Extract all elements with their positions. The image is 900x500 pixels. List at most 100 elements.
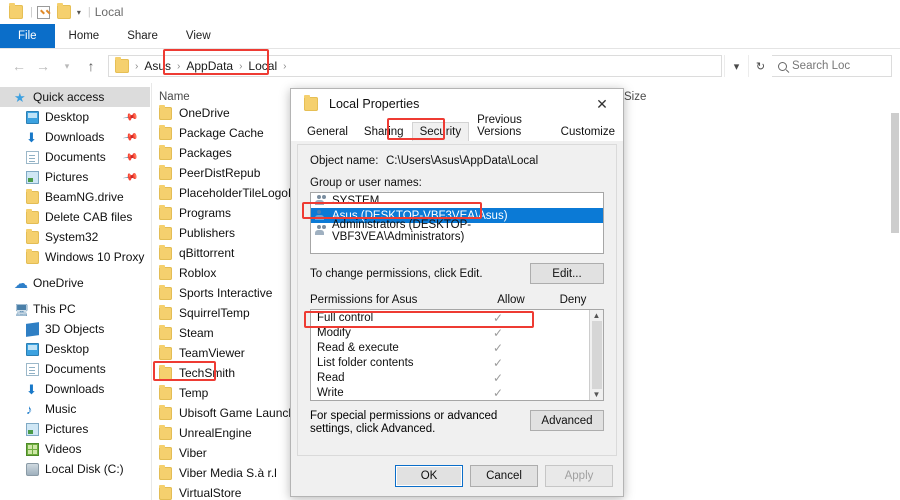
permission-row-modify[interactable]: Modify ✓ (311, 325, 603, 340)
scrollbar-thumb[interactable] (891, 113, 899, 233)
breadcrumb-local[interactable]: Local (245, 59, 280, 73)
address-dropdown-icon[interactable]: ▾ (724, 55, 748, 77)
file-list-scrollbar[interactable] (890, 83, 900, 500)
breadcrumb-asus[interactable]: Asus (141, 59, 174, 73)
checkbox-icon[interactable] (37, 6, 50, 19)
pin-icon[interactable]: 📌 (122, 149, 139, 165)
folder-icon (159, 467, 172, 480)
cancel-button[interactable]: Cancel (470, 465, 538, 487)
allow-checkmark[interactable]: ✓ (467, 326, 529, 340)
desktop-icon (26, 111, 39, 124)
allow-checkmark[interactable]: ✓ (467, 386, 529, 400)
close-icon[interactable]: ✕ (585, 90, 619, 118)
tab-file[interactable]: File (0, 24, 55, 48)
sidebar-item-downloads[interactable]: Downloads 📌 (0, 127, 150, 147)
permissions-scrollbar[interactable]: ▲ ▼ (589, 310, 603, 400)
sidebar-item-pc-desktop[interactable]: Desktop (0, 339, 150, 359)
group-user-list[interactable]: SYSTEM Asus (DESKTOP-VBF3VEA\Asus) Admin… (310, 192, 604, 254)
search-input[interactable]: Search Loc (772, 55, 892, 77)
sidebar-item-documents[interactable]: Documents 📌 (0, 147, 150, 167)
tab-sharing[interactable]: Sharing (356, 122, 412, 141)
music-icon (26, 403, 39, 416)
folder-icon (159, 107, 172, 120)
allow-column-header: Allow (480, 294, 542, 306)
scrollbar-track[interactable] (592, 321, 602, 389)
sidebar-item-system32[interactable]: System32 (0, 227, 150, 247)
folder-icon (159, 367, 172, 380)
sidebar-item-windows-10-proxy[interactable]: Windows 10 Proxy (0, 247, 150, 267)
recent-locations-button[interactable]: ▾ (56, 55, 78, 77)
pin-icon[interactable]: 📌 (122, 109, 139, 125)
document-icon (26, 363, 39, 376)
group-or-user-names-label: Group or user names: (310, 177, 604, 189)
chevron-down-icon[interactable]: ▾ (77, 8, 81, 17)
advanced-button[interactable]: Advanced (530, 410, 604, 431)
tab-previous-versions[interactable]: Previous Versions (469, 110, 553, 141)
picture-icon (26, 171, 39, 184)
dialog-title: Local Properties (329, 97, 419, 111)
tab-customize[interactable]: Customize (553, 122, 623, 141)
sidebar-item-pictures[interactable]: Pictures 📌 (0, 167, 150, 187)
permission-row-read[interactable]: Read ✓ (311, 370, 603, 385)
allow-checkmark[interactable]: ✓ (467, 341, 529, 355)
ok-button[interactable]: OK (395, 465, 463, 487)
sidebar-label: Desktop (45, 110, 89, 124)
address-folder-icon (115, 59, 129, 73)
sidebar-item-quick-access[interactable]: Quick access (0, 87, 150, 107)
sidebar-label: Downloads (45, 130, 104, 144)
dialog-title-bar: Local Properties ✕ (291, 89, 623, 119)
address-bar[interactable]: › Asus › AppData › Local › (108, 55, 722, 77)
folder-icon (159, 227, 172, 240)
breadcrumb-appdata[interactable]: AppData (183, 59, 236, 73)
permission-row-full-control[interactable]: Full control ✓ (311, 310, 603, 325)
permission-row-read-execute[interactable]: Read & execute ✓ (311, 340, 603, 355)
sidebar-item-3d-objects[interactable]: 3D Objects (0, 319, 150, 339)
tab-security[interactable]: Security (412, 122, 470, 141)
pin-icon[interactable]: 📌 (122, 169, 139, 185)
permission-row-write[interactable]: Write ✓ (311, 385, 603, 400)
sidebar-item-pc-documents[interactable]: Documents (0, 359, 150, 379)
chevron-up-icon[interactable]: ▲ (593, 310, 601, 321)
picture-icon (26, 423, 39, 436)
sidebar-item-onedrive[interactable]: OneDrive (0, 273, 150, 293)
forward-button[interactable]: → (32, 55, 54, 77)
back-button[interactable]: ← (8, 55, 30, 77)
sidebar-item-music[interactable]: Music (0, 399, 150, 419)
permission-name: Write (317, 387, 467, 399)
pin-icon[interactable]: 📌 (122, 129, 139, 145)
folder-icon (159, 187, 172, 200)
allow-checkmark[interactable]: ✓ (467, 371, 529, 385)
tab-home[interactable]: Home (55, 24, 114, 48)
sidebar-item-delete-cab-files[interactable]: Delete CAB files (0, 207, 150, 227)
folder-icon (159, 347, 172, 360)
sidebar-item-this-pc[interactable]: This PC (0, 299, 150, 319)
sidebar-item-pc-downloads[interactable]: Downloads (0, 379, 150, 399)
tab-view[interactable]: View (172, 24, 225, 48)
refresh-icon[interactable]: ↻ (748, 55, 772, 77)
sidebar-item-local-disk-c[interactable]: Local Disk (C:) (0, 459, 150, 479)
permission-row-list-folder-contents[interactable]: List folder contents ✓ (311, 355, 603, 370)
edit-button[interactable]: Edit... (530, 263, 604, 284)
apply-button[interactable]: Apply (545, 465, 613, 487)
sidebar-label: Pictures (45, 170, 88, 184)
sidebar-item-desktop[interactable]: Desktop 📌 (0, 107, 150, 127)
permission-name: Read (317, 372, 467, 384)
sidebar-item-pc-pictures[interactable]: Pictures (0, 419, 150, 439)
sidebar-item-videos[interactable]: Videos (0, 439, 150, 459)
chevron-down-icon[interactable]: ▼ (593, 389, 601, 400)
allow-checkmark[interactable]: ✓ (467, 356, 529, 370)
tab-share[interactable]: Share (113, 24, 172, 48)
column-header-size[interactable]: Size (624, 91, 704, 103)
group-row-system[interactable]: SYSTEM (311, 193, 603, 208)
tab-general[interactable]: General (299, 122, 356, 141)
group-row-administrators[interactable]: Administrators (DESKTOP-VBF3VEA\Administ… (311, 223, 603, 238)
title-bar: | ▾ | Local (0, 0, 900, 24)
folder-icon-2[interactable] (57, 5, 71, 19)
sidebar-label: Delete CAB files (45, 210, 132, 224)
sidebar-item-beamng[interactable]: BeamNG.drive (0, 187, 150, 207)
allow-checkmark[interactable]: ✓ (467, 311, 529, 325)
breadcrumb-separator-2: › (239, 61, 242, 72)
permissions-list[interactable]: Full control ✓ Modify ✓ Read & execute ✓… (310, 309, 604, 401)
up-button[interactable]: ↑ (80, 55, 102, 77)
folder-icon (304, 97, 318, 111)
